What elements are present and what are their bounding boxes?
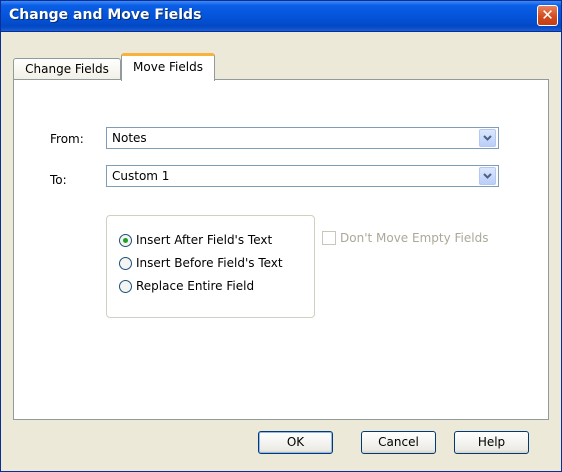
tab-move-fields[interactable]: Move Fields (121, 53, 215, 81)
radio-insert-before-label: Insert Before Field's Text (136, 256, 283, 270)
radio-button[interactable] (119, 279, 132, 293)
title-bar[interactable]: Change and Move Fields ✕ (1, 1, 561, 32)
to-label: To: (50, 173, 67, 187)
radio-button-checked[interactable] (119, 233, 132, 247)
chevron-down-icon (483, 173, 492, 179)
move-fields-panel: From: Notes To: Custom 1 Insert After Fi… (13, 79, 549, 420)
to-dropdown-value: Custom 1 (112, 169, 170, 183)
chevron-down-icon (483, 135, 492, 141)
to-dropdown[interactable]: Custom 1 (106, 165, 499, 187)
dialog-window: Change and Move Fields ✕ Change Fields M… (0, 0, 562, 472)
from-dropdown[interactable]: Notes (106, 127, 499, 149)
from-dropdown-arrow[interactable] (479, 129, 496, 147)
dialog-title: Change and Move Fields (9, 7, 202, 23)
checkbox-box[interactable] (322, 231, 336, 245)
insert-options-group: Insert After Field's Text Insert Before … (106, 215, 315, 318)
dont-move-empty-label: Don't Move Empty Fields (340, 231, 489, 245)
close-icon: ✕ (541, 6, 554, 24)
radio-replace-entire-label: Replace Entire Field (136, 279, 255, 293)
from-label: From: (50, 132, 84, 146)
dont-move-empty-checkbox[interactable]: Don't Move Empty Fields (322, 231, 488, 245)
cancel-button[interactable]: Cancel (361, 431, 436, 454)
radio-button[interactable] (119, 256, 132, 270)
tab-change-fields[interactable]: Change Fields (13, 58, 121, 80)
radio-replace-entire[interactable]: Replace Entire Field (119, 277, 254, 295)
help-button[interactable]: Help (454, 431, 529, 454)
radio-insert-after[interactable]: Insert After Field's Text (119, 231, 272, 249)
radio-insert-after-label: Insert After Field's Text (136, 233, 273, 247)
ok-button[interactable]: OK (258, 431, 333, 454)
to-dropdown-arrow[interactable] (479, 167, 496, 185)
radio-insert-before[interactable]: Insert Before Field's Text (119, 254, 283, 272)
close-button[interactable]: ✕ (537, 5, 558, 26)
from-dropdown-value: Notes (112, 131, 147, 145)
